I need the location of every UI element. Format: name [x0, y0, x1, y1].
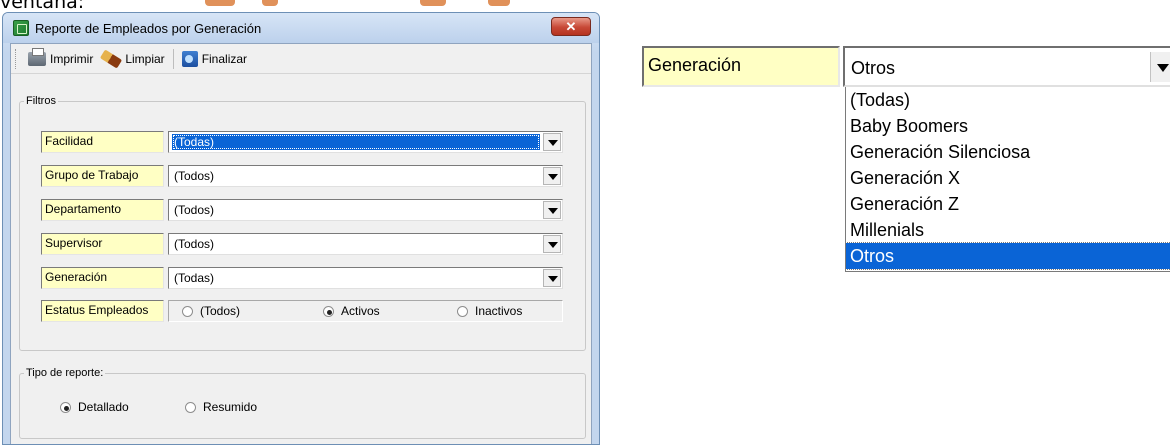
chevron-down-icon[interactable] — [543, 167, 561, 185]
radio-label: Detallado — [78, 400, 129, 414]
zoom-combo-value: Otros — [851, 58, 896, 78]
clear-label: Limpiar — [125, 51, 165, 66]
print-label: Imprimir — [50, 51, 94, 66]
printer-icon — [28, 47, 46, 66]
filters-group: Filtros Facilidad (Todas) Grupo de Traba… — [19, 95, 586, 351]
filter-label: Facilidad — [41, 131, 164, 153]
report-window: Reporte de Empleados por Generación ✕ Im… — [2, 12, 600, 445]
radio-dot — [185, 401, 196, 413]
zoom-generacion-combobox[interactable]: Otros — [843, 46, 1170, 87]
grupo-trabajo-combobox[interactable]: (Todos) — [168, 165, 563, 187]
chevron-down-icon[interactable] — [543, 133, 561, 151]
toolbar: Imprimir Limpiar Finalizar — [11, 44, 591, 74]
dropdown-option[interactable]: Generación Silenciosa — [846, 139, 1170, 165]
dropdown-option-selected[interactable]: Otros — [845, 242, 1170, 270]
zoom-label: Generación — [642, 46, 840, 87]
finish-label: Finalizar — [201, 51, 248, 66]
report-type-resumido[interactable]: Resumido — [185, 400, 257, 414]
exit-icon — [181, 50, 198, 67]
status-option-todos[interactable]: (Todos) — [182, 304, 240, 318]
title-bar[interactable]: Reporte de Empleados por Generación ✕ — [3, 13, 599, 43]
finish-button[interactable]: Finalizar — [178, 47, 251, 71]
orange-mark — [205, 0, 235, 6]
report-type-group: Tipo de reporte: Detallado Resumido — [19, 367, 586, 439]
toolbar-grip[interactable] — [15, 48, 18, 69]
orange-mark — [420, 0, 446, 6]
orange-mark — [262, 0, 278, 6]
dropdown-option[interactable]: (Todas) — [846, 87, 1170, 113]
eraser-icon — [100, 48, 123, 69]
facilidad-combobox[interactable]: (Todas) — [168, 131, 563, 153]
generacion-combobox[interactable]: (Todas) — [168, 267, 563, 289]
chevron-down-icon[interactable] — [1150, 52, 1170, 82]
print-button[interactable]: Imprimir — [24, 47, 97, 71]
filter-label: Departamento — [41, 199, 164, 221]
radio-label: Inactivos — [475, 304, 523, 318]
dropdown-option[interactable]: Generación X — [846, 165, 1170, 191]
supervisor-combobox[interactable]: (Todos) — [168, 233, 563, 255]
report-type-legend: Tipo de reporte: — [26, 367, 104, 379]
dropdown-option[interactable]: Millenials — [846, 217, 1170, 243]
filters-legend: Filtros — [26, 95, 56, 107]
departamento-combobox[interactable]: (Todos) — [168, 199, 563, 221]
combo-value: (Todos) — [174, 169, 215, 183]
filter-label: Estatus Empleados — [41, 300, 164, 322]
dropdown-option[interactable]: Generación Z — [846, 191, 1170, 217]
report-type-detallado[interactable]: Detallado — [60, 400, 129, 414]
chevron-down-icon[interactable] — [543, 201, 561, 219]
combo-value: (Todos) — [174, 203, 215, 217]
clear-button[interactable]: Limpiar — [97, 47, 168, 71]
combo-value: (Todas) — [172, 134, 540, 150]
app-icon — [13, 20, 29, 36]
status-option-activos[interactable]: Activos — [323, 304, 380, 318]
status-option-inactivos[interactable]: Inactivos — [457, 304, 522, 318]
radio-dot — [182, 305, 193, 317]
radio-label: Resumido — [203, 400, 258, 414]
filter-label: Supervisor — [41, 233, 164, 255]
radio-dot — [457, 305, 468, 317]
chevron-down-icon[interactable] — [543, 269, 561, 287]
radio-dot-selected — [60, 401, 71, 413]
window-title: Reporte de Empleados por Generación — [35, 21, 262, 36]
filter-label: Grupo de Trabajo — [41, 165, 164, 187]
radio-label: Activos — [341, 304, 380, 318]
status-radio-group: (Todos) Activos Inactivos — [168, 300, 563, 322]
radio-label: (Todos) — [200, 304, 241, 318]
toolbar-separator — [172, 48, 174, 69]
dropdown-list: (Todas) Baby Boomers Generación Silencio… — [845, 87, 1170, 272]
combo-value: (Todas) — [174, 271, 215, 285]
filter-label: Generación — [41, 267, 164, 289]
dropdown-option[interactable]: Baby Boomers — [846, 113, 1170, 139]
orange-mark — [488, 0, 510, 6]
chevron-down-icon[interactable] — [543, 235, 561, 253]
close-button[interactable]: ✕ — [551, 17, 591, 36]
window-client-area: Imprimir Limpiar Finalizar Filtros Facil… — [10, 43, 592, 444]
zoomed-generacion-dropdown: Generación Otros (Todas) Baby Boomers Ge… — [631, 46, 1170, 276]
radio-dot-selected — [323, 305, 334, 317]
combo-value: (Todos) — [174, 237, 215, 251]
